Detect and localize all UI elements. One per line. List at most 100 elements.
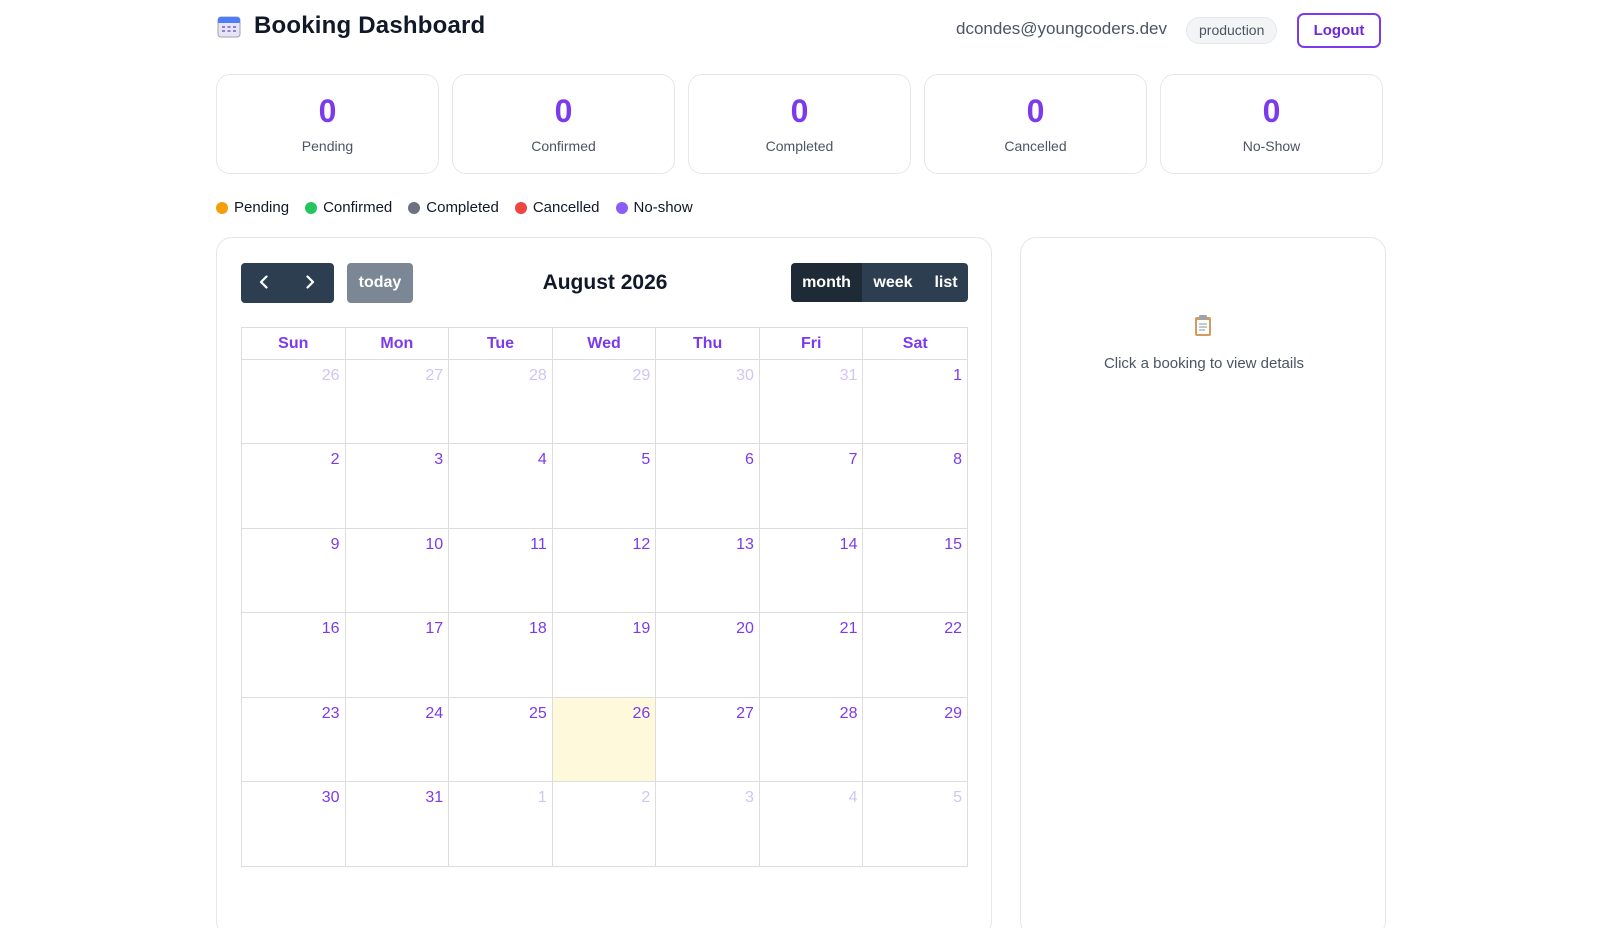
day-cell[interactable]: 15 (863, 529, 967, 612)
month-grid: Sun Mon Tue Wed Thu Fri Sat 26 27 28 29 30 31 1 2 3 4 5 6… (241, 327, 968, 868)
day-cell[interactable]: 14 (760, 528, 864, 613)
calendar-toolbar: today August 2026 month week list (241, 263, 968, 303)
legend-dot (305, 201, 318, 214)
day-cell[interactable]: 26 (242, 360, 346, 444)
day-number: 15 (944, 535, 963, 553)
legend-item-pending: Pending (216, 199, 289, 216)
legend-item-confirmed: Confirmed (305, 199, 392, 216)
stat-value: 0 (318, 93, 337, 129)
day-cell[interactable]: 31 (346, 781, 450, 867)
day-number: 18 (528, 620, 547, 638)
stat-label: Pending (301, 138, 354, 154)
logout-button[interactable]: Logout (1297, 13, 1381, 48)
status-legend: Pending Confirmed Completed Cancelled No-sho… (216, 199, 693, 216)
day-cell[interactable]: 23 (242, 697, 346, 781)
day-cell[interactable]: 7 (760, 444, 864, 528)
day-cell[interactable]: 28 (449, 360, 553, 444)
legend-item-no-show: No-show (615, 199, 693, 216)
prev-month-button[interactable] (241, 263, 287, 303)
view-list-button[interactable]: list (924, 263, 968, 302)
clipboard-icon (1193, 313, 1213, 337)
day-cell[interactable]: 6 (656, 444, 760, 528)
day-cell[interactable]: 30 (242, 781, 346, 867)
day-cell[interactable]: 8 (863, 444, 967, 527)
day-number: 3 (744, 788, 754, 806)
day-cell[interactable]: 2 (242, 444, 346, 528)
day-cell[interactable]: 3 (656, 781, 760, 867)
day-cell[interactable]: 11 (449, 528, 553, 613)
details-placeholder-text: Click a booking to view details (1103, 355, 1305, 372)
day-cell[interactable]: 20 (656, 613, 760, 697)
view-switcher: month week list (791, 263, 968, 302)
day-cell[interactable]: 21 (760, 613, 864, 697)
weekday-mon: Mon (346, 328, 450, 359)
day-cell[interactable]: 10 (346, 528, 450, 613)
day-number: 24 (425, 704, 444, 722)
day-cell[interactable]: 17 (346, 613, 450, 697)
legend-item-completed: Completed (408, 199, 499, 216)
day-cell[interactable]: 31 (760, 360, 864, 444)
day-cell[interactable]: 5 (863, 782, 967, 866)
page-title: Booking Dashboard (254, 12, 486, 39)
day-cell[interactable]: 5 (553, 444, 657, 528)
day-number: 7 (848, 451, 858, 469)
month-grid-body: 26 27 28 29 30 31 1 2 3 4 5 6 7 8 9 10 11 12 13 14 15 16 17 18 1… (242, 360, 967, 867)
stats-row: 0 Pending 0 Confirmed 0 Completed 0 Cancelled 0 N… (216, 74, 1383, 174)
day-number: 11 (530, 535, 547, 553)
today-button[interactable]: today (347, 263, 413, 303)
day-number: 12 (632, 535, 651, 553)
stat-label: Confirmed (531, 138, 596, 154)
weekday-tue: Tue (449, 328, 553, 359)
day-cell[interactable]: 25 (449, 697, 553, 781)
stat-card-cancelled: 0 Cancelled (924, 74, 1147, 174)
day-cell[interactable]: 22 (863, 613, 967, 696)
day-number: 30 (321, 788, 340, 806)
day-cell[interactable]: 4 (449, 444, 553, 528)
env-badge: production (1186, 17, 1278, 44)
day-number: 9 (330, 535, 340, 553)
day-cell[interactable]: 28 (760, 697, 864, 781)
day-cell[interactable]: 16 (242, 613, 346, 697)
day-cell[interactable]: 9 (242, 528, 346, 613)
next-month-button[interactable] (287, 263, 333, 303)
stat-card-pending: 0 Pending (216, 74, 439, 174)
booking-details-panel: Click a booking to view details (1020, 237, 1386, 928)
day-cell[interactable]: 18 (449, 613, 553, 697)
stat-value: 0 (790, 93, 809, 129)
day-cell[interactable]: 19 (553, 613, 657, 697)
stat-value: 0 (554, 93, 573, 129)
day-cell[interactable]: 1 (863, 360, 967, 443)
day-cell[interactable]: 27 (346, 360, 450, 444)
day-cell[interactable]: 4 (760, 781, 864, 867)
day-number: 1 (537, 788, 547, 806)
day-cell[interactable]: 24 (346, 697, 450, 781)
day-cell[interactable]: 3 (346, 444, 450, 528)
stat-value: 0 (1262, 93, 1281, 129)
calendar-title: August 2026 (542, 271, 668, 294)
day-cell-today[interactable]: 26 (552, 697, 657, 781)
view-week-button[interactable]: week (862, 263, 924, 302)
day-number: 20 (736, 620, 754, 638)
weekday-wed: Wed (553, 328, 657, 359)
chevron-left-icon (257, 274, 271, 292)
day-cell[interactable]: 30 (656, 360, 760, 444)
day-number: 2 (641, 788, 651, 806)
day-number: 29 (944, 704, 963, 722)
day-number: 21 (839, 620, 858, 638)
day-cell[interactable]: 27 (656, 697, 760, 781)
day-number: 30 (736, 367, 754, 384)
day-number: 5 (641, 451, 651, 469)
day-cell[interactable]: 29 (553, 360, 657, 444)
day-cell[interactable]: 12 (553, 528, 657, 613)
week-row: 2 3 4 5 6 7 8 (242, 444, 967, 529)
view-month-button[interactable]: month (791, 263, 862, 302)
weekday-thu: Thu (656, 328, 760, 359)
day-cell[interactable]: 13 (656, 528, 760, 613)
day-cell[interactable]: 29 (863, 698, 967, 781)
chevron-right-icon (303, 274, 317, 292)
day-cell[interactable]: 1 (449, 781, 553, 867)
day-number: 6 (744, 451, 754, 469)
day-cell[interactable]: 2 (553, 781, 657, 867)
stat-label: Completed (765, 138, 834, 154)
day-number: 2 (330, 451, 340, 469)
